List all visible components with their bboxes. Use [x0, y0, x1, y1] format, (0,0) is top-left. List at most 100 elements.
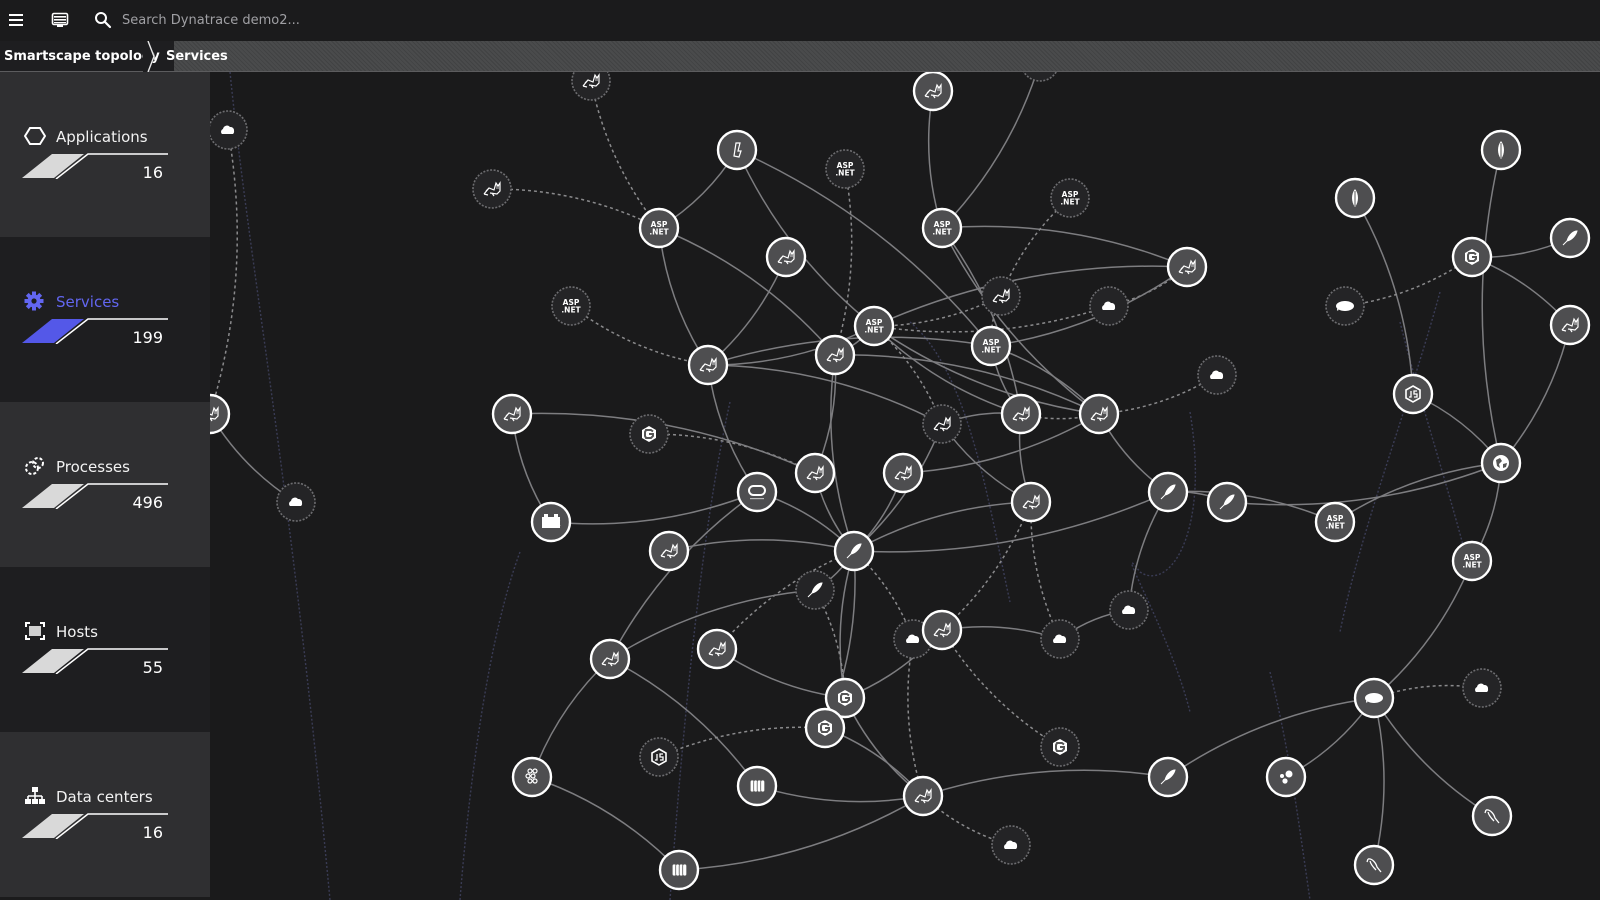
service-node-sdk[interactable]: SDK: [530, 501, 572, 543]
service-node-db[interactable]: [736, 765, 778, 807]
service-node-tomcat[interactable]: [921, 609, 963, 651]
service-connection[interactable]: [1500, 324, 1571, 464]
service-node-tomcat[interactable]: [696, 628, 738, 670]
service-node-nginx[interactable]: [629, 414, 669, 454]
dashed-connection[interactable]: [907, 638, 924, 797]
service-node-globe[interactable]: [1480, 442, 1522, 484]
service-node-cloud[interactable]: [1089, 286, 1129, 326]
service-connection[interactable]: [678, 795, 924, 871]
service-connection[interactable]: [941, 72, 1040, 229]
service-node-feather[interactable]: [1549, 217, 1591, 259]
service-node-tomcat[interactable]: [1166, 246, 1208, 288]
service-node-nginx[interactable]: [1040, 727, 1080, 767]
service-node-db[interactable]: [658, 849, 700, 891]
service-connection[interactable]: [927, 90, 943, 229]
service-node-tomcat[interactable]: [765, 236, 807, 278]
service-node-tomcat[interactable]: [472, 169, 512, 209]
service-connection[interactable]: [609, 658, 758, 787]
dashed-connection[interactable]: [210, 129, 238, 415]
service-connection[interactable]: [756, 785, 924, 803]
service-node-aspnet[interactable]: ASP.NET: [1050, 178, 1090, 218]
service-node-cloud[interactable]: [1197, 355, 1237, 395]
service-connection[interactable]: [550, 491, 758, 525]
service-node-jetty[interactable]: [716, 129, 758, 171]
service-connection[interactable]: [609, 491, 758, 660]
search-input[interactable]: [118, 6, 538, 34]
service-node-aspnet[interactable]: ASP.NET: [1314, 501, 1356, 543]
sidebar-item-applications[interactable]: Applications 16: [0, 72, 210, 237]
service-node-mongodb[interactable]: [1334, 177, 1376, 219]
dashed-connection[interactable]: [1030, 501, 1061, 640]
service-node-aspnet[interactable]: ASP.NET: [921, 207, 963, 249]
topology-graph[interactable]: ASP.NET ASP.NET ASP.NET ASP.NET ASP.NET ASP.N…: [210, 72, 1600, 900]
service-node-php[interactable]: php: [1353, 677, 1395, 719]
service-node-mysql[interactable]: [1353, 844, 1395, 886]
service-connection[interactable]: [531, 776, 680, 871]
service-node-tomcat[interactable]: [922, 404, 962, 444]
topology-canvas[interactable]: ASP .NET ASP .NET ASP .NET ASP .NET ASP .NET ASP .N…: [210, 72, 1600, 900]
service-node-cloud[interactable]: [1462, 668, 1502, 708]
service-node-feather[interactable]: [795, 570, 835, 610]
service-node-aspnet[interactable]: ASP.NET: [970, 325, 1012, 367]
service-connection[interactable]: [707, 364, 943, 425]
service-node-tomcat[interactable]: [912, 72, 954, 112]
service-node-tomcat[interactable]: [1078, 393, 1120, 435]
service-connection[interactable]: [853, 501, 1032, 552]
service-connection[interactable]: [658, 227, 709, 366]
service-connection[interactable]: [1373, 697, 1493, 817]
service-node-feather[interactable]: [1206, 481, 1248, 523]
service-node-tomcat[interactable]: [1010, 481, 1052, 523]
dashed-connection[interactable]: [834, 168, 853, 356]
service-node-tomcat[interactable]: [981, 276, 1021, 316]
service-connection[interactable]: [1354, 197, 1414, 395]
service-node-cloud[interactable]: [1109, 590, 1149, 630]
service-connection[interactable]: [531, 658, 611, 778]
magnifier-icon[interactable]: [92, 9, 114, 31]
service-node-aspnet[interactable]: ASP.NET: [1451, 540, 1493, 582]
service-node-cloud[interactable]: [276, 482, 316, 522]
sidebar-item-data-centers[interactable]: Data centers 16: [0, 732, 210, 897]
service-connection[interactable]: [834, 354, 1100, 415]
service-connection[interactable]: [1373, 560, 1473, 699]
dashed-connection[interactable]: [491, 188, 660, 229]
service-node-oracle[interactable]: [736, 471, 778, 513]
service-node-aspnet[interactable]: ASP.NET: [825, 149, 865, 189]
service-connection[interactable]: [716, 648, 846, 699]
service-node-tomcat[interactable]: [1549, 304, 1591, 346]
service-node-molecule[interactable]: [1265, 756, 1307, 798]
hamburger-menu-icon[interactable]: [5, 9, 27, 31]
service-node-tomcat[interactable]: [794, 452, 836, 494]
service-connection[interactable]: [941, 227, 1100, 415]
breadcrumb-services[interactable]: Services: [166, 41, 228, 71]
service-node-mongodb[interactable]: [1480, 129, 1522, 171]
dashboard-icon[interactable]: [49, 9, 71, 31]
service-node-nginx[interactable]: [1451, 236, 1493, 278]
dashed-connection[interactable]: [941, 501, 1032, 631]
service-node-tomcat[interactable]: [571, 72, 611, 101]
sidebar-item-processes[interactable]: Processes 496: [0, 402, 210, 567]
service-node-nginx[interactable]: [804, 707, 846, 749]
service-node-tomcat[interactable]: [589, 638, 631, 680]
service-node-php[interactable]: php: [1325, 286, 1365, 326]
service-node-tomcat[interactable]: [1021, 72, 1059, 82]
service-node-aspnet[interactable]: ASP.NET: [638, 207, 680, 249]
service-node-cloud[interactable]: [1040, 619, 1080, 659]
service-node-mysql[interactable]: [1471, 795, 1513, 837]
service-node-tomcat[interactable]: [687, 344, 729, 386]
service-node-aspnet[interactable]: ASP.NET: [853, 305, 895, 347]
service-connection[interactable]: [658, 227, 836, 356]
service-node-cloud[interactable]: [991, 825, 1031, 865]
service-node-tomcat[interactable]: [648, 530, 690, 572]
service-node-tomcat[interactable]: [1000, 393, 1042, 435]
service-node-aspnet[interactable]: ASP.NET: [551, 286, 591, 326]
dashed-connection[interactable]: [590, 80, 660, 229]
service-node-nodejs[interactable]: [1392, 373, 1434, 415]
service-node-tomcat[interactable]: [902, 775, 944, 817]
service-node-tomcat[interactable]: [814, 334, 856, 376]
service-node-cluster[interactable]: [511, 756, 553, 798]
service-node-cloud[interactable]: [210, 110, 248, 150]
service-node-feather[interactable]: [1147, 756, 1189, 798]
service-connection[interactable]: [1167, 490, 1336, 523]
service-connection[interactable]: [1373, 697, 1385, 866]
service-node-feather[interactable]: [833, 530, 875, 572]
